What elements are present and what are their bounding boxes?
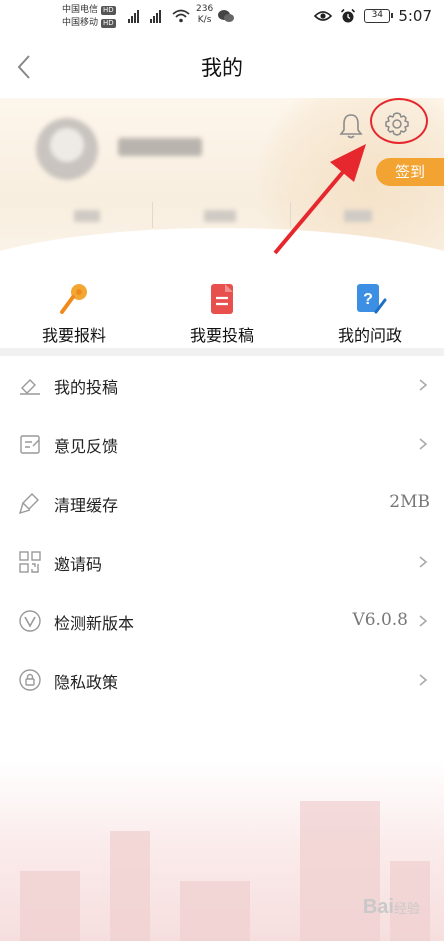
privacy-icon: [19, 669, 41, 691]
eye-icon: [314, 11, 333, 21]
net-speed-unit: K/s: [197, 15, 212, 25]
chevron-right-icon: [419, 438, 428, 450]
menu-item-label: 检测新版本: [54, 614, 135, 633]
hd-badge-2: HD: [101, 19, 116, 28]
building-silhouette: [20, 871, 80, 941]
sign-in-button[interactable]: 签到: [376, 158, 444, 186]
feedback-icon: [20, 435, 40, 454]
cache-size: 2MB: [389, 492, 430, 512]
signal-icon: [128, 9, 139, 23]
signal-icon-2: [150, 9, 161, 23]
menu-item-clear-cache[interactable]: 清理缓存 2MB: [0, 474, 444, 533]
carrier-2: 中国移动: [62, 18, 99, 28]
annotation-circle: [370, 98, 428, 144]
alarm-icon: [341, 8, 356, 23]
status-right: 34 5:07: [314, 7, 432, 25]
version-icon: [19, 610, 41, 632]
hd-badge: HD: [101, 6, 116, 15]
stat-divider: [152, 202, 153, 228]
net-speed: 236 K/s: [196, 4, 213, 26]
watermark-brand: Bai: [362, 896, 394, 918]
building-silhouette: [180, 881, 250, 941]
building-silhouette: [110, 831, 150, 941]
menu-item-privacy[interactable]: 隐私政策: [0, 651, 444, 710]
qrcode-icon: [19, 551, 41, 573]
menu-item-my-submissions[interactable]: 我的投稿: [0, 356, 444, 415]
quick-action-inquiry[interactable]: ? 我的问政: [296, 272, 444, 348]
baidu-watermark: Bai经验: [363, 896, 420, 919]
menu-item-label: 意见反馈: [54, 437, 119, 456]
pagoda-silhouette: [300, 801, 380, 941]
quick-action-report[interactable]: 我要报料: [0, 272, 148, 348]
carrier-info: 中国电信 HD 中国移动 HD: [62, 4, 116, 30]
quick-action-label: 我要报料: [41, 326, 106, 345]
page-title: 我的: [201, 56, 243, 80]
clock: 5:07: [398, 7, 432, 25]
stat-2-blurred[interactable]: [204, 210, 236, 222]
quick-action-label: 我的问政: [337, 326, 402, 345]
menu-item-label: 邀请码: [54, 555, 103, 574]
svg-text:?: ?: [363, 291, 373, 308]
footer-decoration: Bai经验: [0, 760, 444, 941]
wifi-icon: [172, 9, 190, 23]
menu-item-label: 隐私政策: [54, 673, 119, 692]
menu-item-label: 我的投稿: [54, 378, 119, 397]
quick-action-label: 我要投稿: [189, 326, 254, 345]
status-bar: 中国电信 HD 中国移动 HD 236 K/s 34 5:07: [0, 0, 444, 34]
chevron-right-icon: [419, 556, 428, 568]
quick-actions: 我要报料 我要投稿 ? 我的问政: [0, 272, 444, 348]
wechat-icon: [218, 10, 234, 22]
version-number: V6.0.8: [352, 610, 408, 630]
chevron-right-icon: [419, 674, 428, 686]
menu-list: 我的投稿 意见反馈 清理缓存 2MB 邀请码 检测新版本 V6.0.8 隐私政策: [0, 356, 444, 710]
stat-3-blurred[interactable]: [344, 210, 372, 222]
microphone-icon: [60, 284, 87, 314]
stat-divider-2: [290, 202, 291, 228]
menu-item-feedback[interactable]: 意见反馈: [0, 415, 444, 474]
section-divider: [0, 348, 444, 356]
menu-item-check-version[interactable]: 检测新版本 V6.0.8: [0, 592, 444, 651]
menu-item-invite-code[interactable]: 邀请码: [0, 533, 444, 592]
chevron-right-icon: [419, 379, 428, 391]
bell-icon[interactable]: [338, 112, 364, 140]
battery-icon: 34: [364, 9, 394, 23]
menu-item-label: 清理缓存: [54, 496, 119, 515]
question-pen-icon: ?: [357, 284, 387, 314]
document-icon: [211, 284, 233, 314]
quick-action-submit[interactable]: 我要投稿: [148, 272, 296, 348]
watermark-suffix: 经验: [393, 901, 420, 916]
title-bar: 我的: [0, 34, 444, 98]
chevron-right-icon: [419, 615, 428, 627]
stat-1-blurred[interactable]: [74, 210, 100, 222]
submission-icon: [20, 379, 40, 395]
username-blurred[interactable]: [118, 138, 202, 156]
brush-icon: [18, 493, 39, 515]
net-speed-value: 236: [196, 4, 214, 14]
profile-header: 签到: [0, 98, 444, 268]
avatar[interactable]: [36, 118, 98, 180]
carrier-1: 中国电信: [62, 5, 99, 15]
